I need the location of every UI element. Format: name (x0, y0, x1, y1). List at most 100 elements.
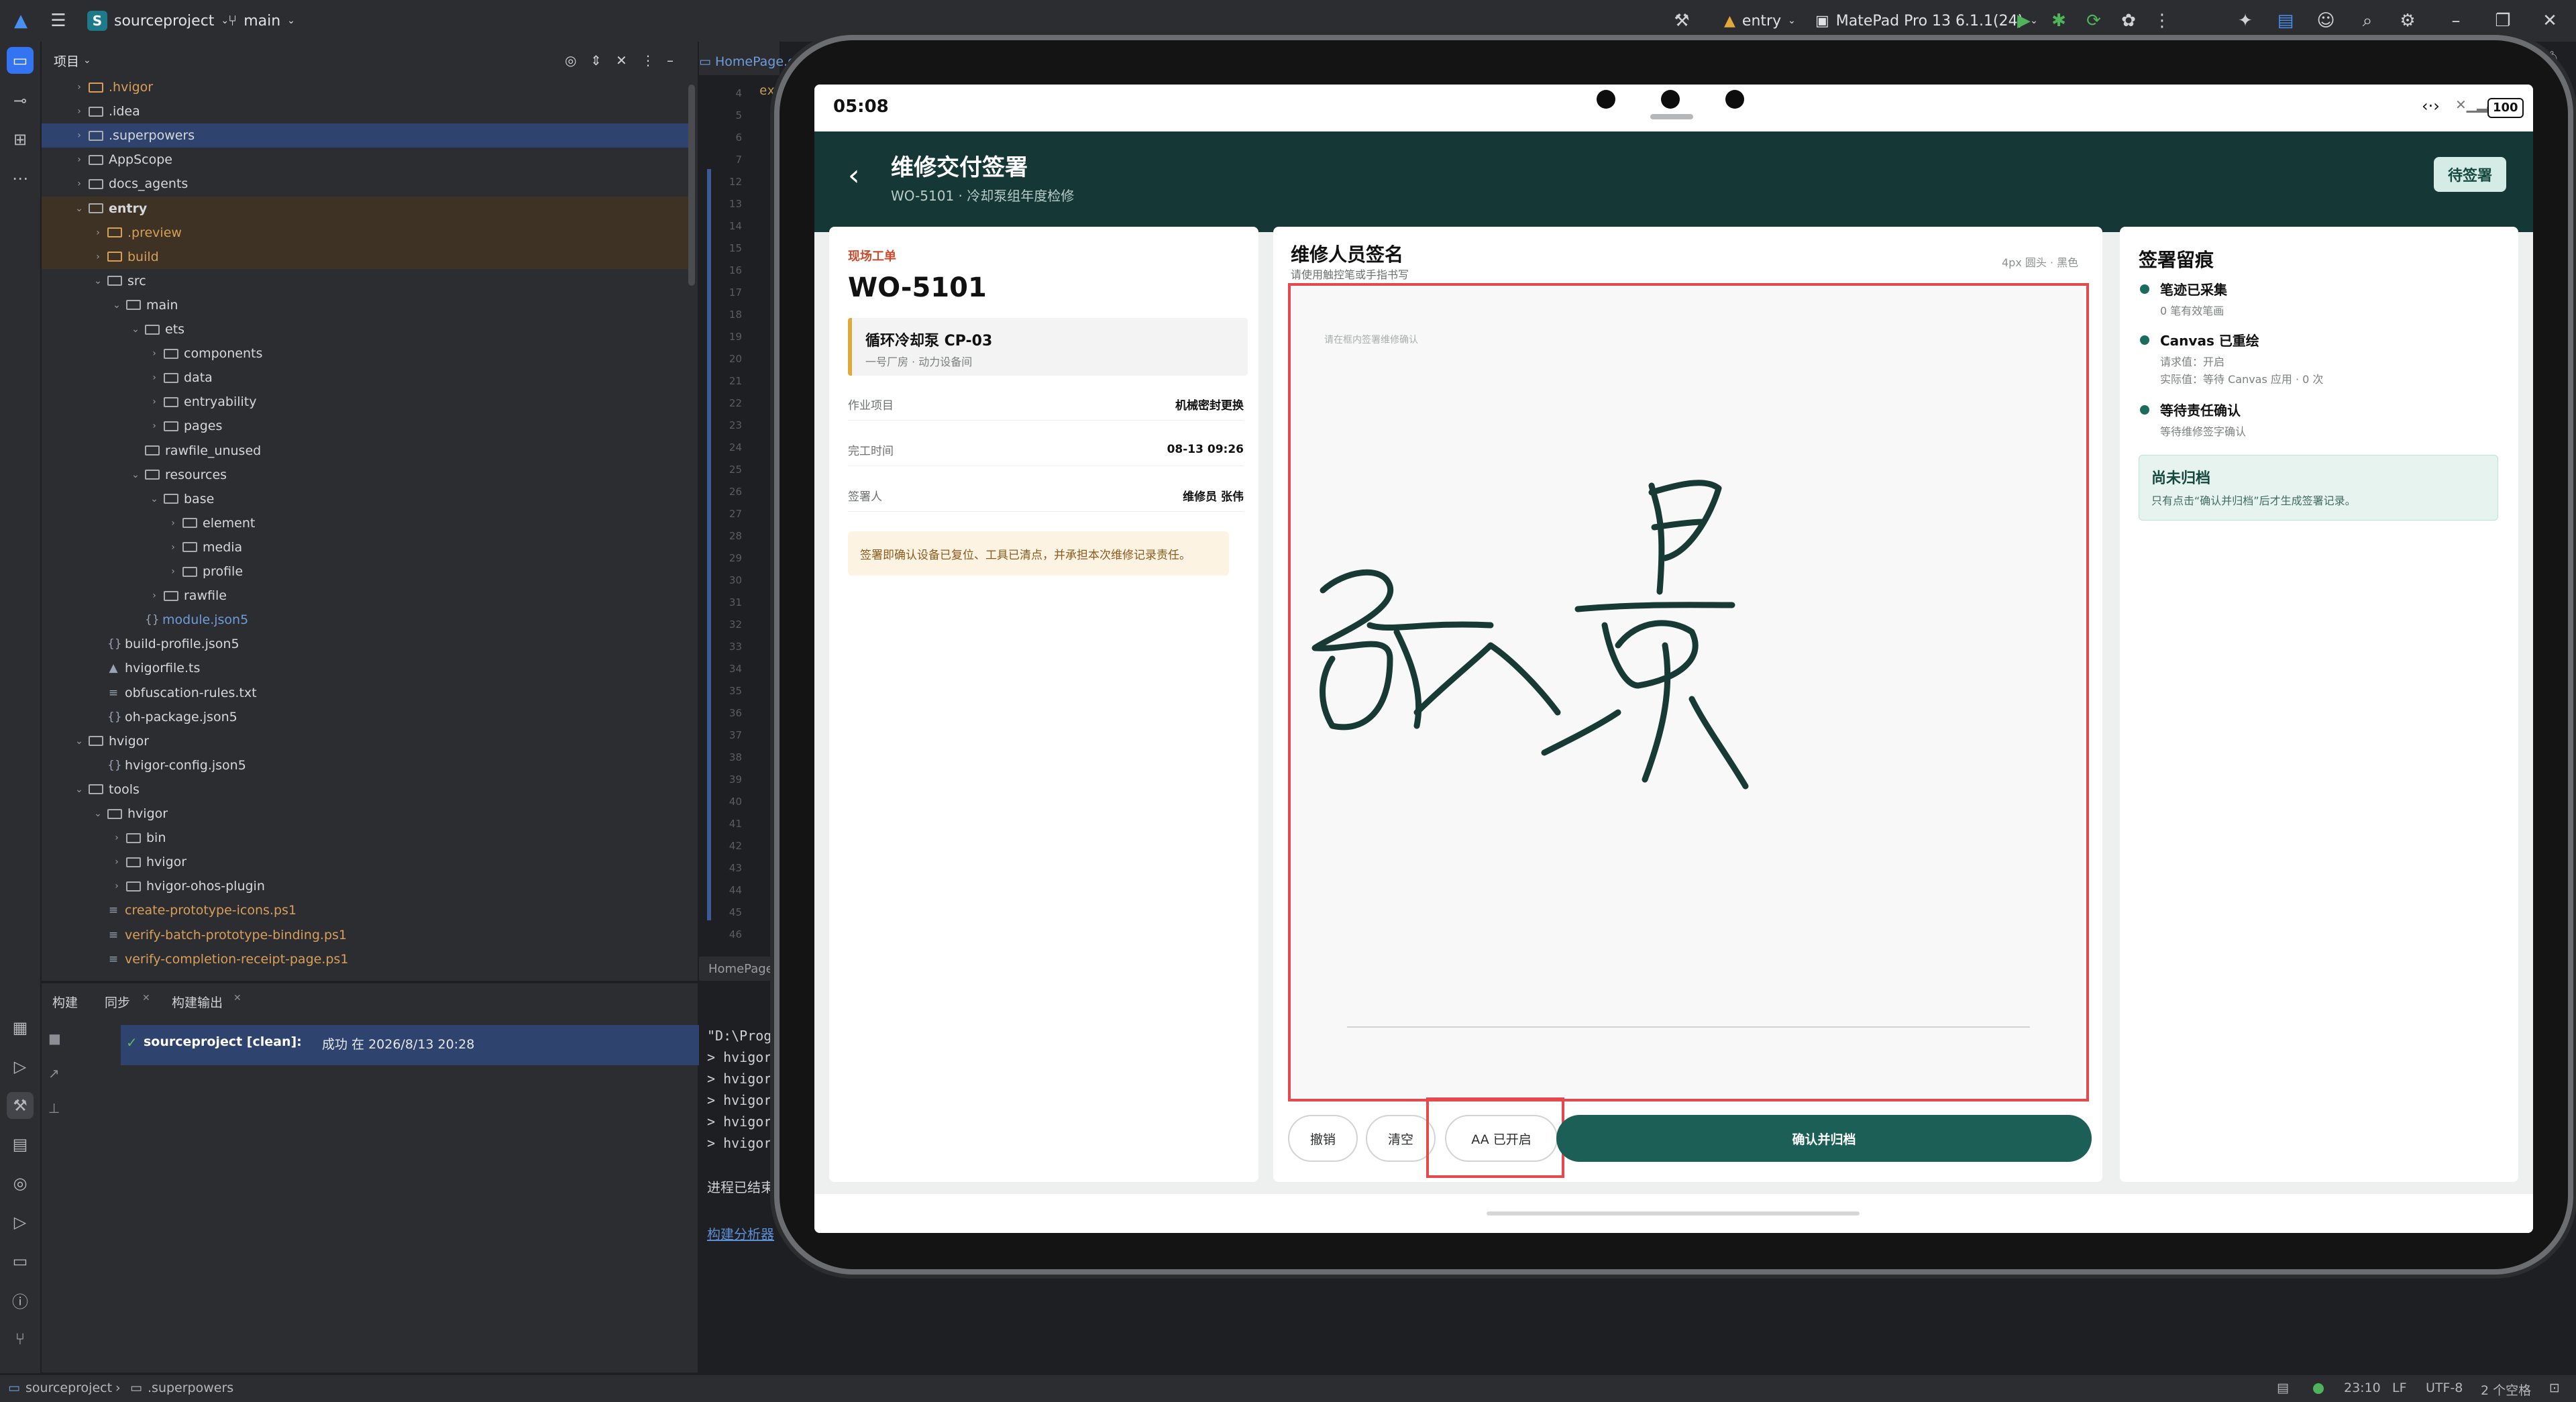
close-icon[interactable]: ✕ (2538, 9, 2561, 32)
tree-item[interactable]: ⌄ src (42, 269, 690, 293)
tree-item[interactable]: › AppScope (42, 148, 690, 172)
build-entry-row[interactable]: ✓ sourceproject [clean]: 成功 在 2026/8/13 … (121, 1025, 735, 1065)
chevron-right-icon[interactable]: › (111, 881, 122, 892)
pin-icon[interactable]: ⊥ (48, 1100, 60, 1116)
maximize-icon[interactable]: ❐ (2491, 9, 2514, 32)
lock-icon[interactable]: ⊡ (2549, 1381, 2560, 1395)
locate-icon[interactable]: ◎ (565, 52, 576, 68)
branch-switcher[interactable]: ⑂ main ⌄ (228, 8, 295, 34)
expand-all-icon[interactable]: ⇕ (590, 52, 602, 68)
tab-build[interactable]: 构建 (52, 993, 78, 1011)
chevron-right-icon[interactable]: › (111, 857, 122, 867)
chevron-right-icon[interactable]: › (93, 227, 103, 238)
structure-icon[interactable]: ⊞ (7, 126, 34, 153)
tree-item[interactable]: › profile (42, 559, 690, 584)
tree-item[interactable]: ⌄ ets (42, 317, 690, 341)
code-editor[interactable]: ex 4 5 6 7 12 13 14 15 16 17 18 19 20 21 22 23 24 25 26 27 2… (699, 42, 780, 981)
tree-item[interactable]: ⌄ hvigor (42, 802, 690, 826)
chevron-down-icon[interactable]: ⌄ (74, 736, 85, 747)
tree-item[interactable]: › .superpowers (42, 123, 690, 148)
chevron-down-icon[interactable]: ⌄ (130, 470, 141, 480)
chevron-right-icon[interactable]: › (149, 590, 160, 601)
plugin-icon[interactable]: ✦ (2234, 9, 2257, 32)
editor-tab-homepage[interactable]: ▭ HomePage.e (699, 48, 796, 75)
tree-item[interactable]: {} oh-package.json5 (42, 705, 690, 729)
indent-setting[interactable]: 2 个空格 (2481, 1381, 2531, 1399)
tree-item[interactable]: {} build-profile.json5 (42, 632, 690, 656)
line-separator[interactable]: LF (2392, 1381, 2407, 1395)
run-window-icon[interactable]: ▷ (7, 1209, 34, 1236)
hide-panel-icon[interactable]: – (667, 52, 674, 68)
project-folder-icon[interactable]: ▭ (7, 47, 34, 74)
tree-item[interactable]: ≡ verify-batch-prototype-binding.ps1 (42, 923, 690, 947)
undo-button[interactable]: 撤销 (1288, 1115, 1358, 1162)
chevron-right-icon[interactable]: › (74, 130, 85, 141)
open-external-icon[interactable]: ↗ (48, 1065, 60, 1081)
chevron-down-icon[interactable]: ⌄ (74, 203, 85, 214)
clear-button[interactable]: 清空 (1366, 1115, 1436, 1162)
chevron-right-icon[interactable]: › (149, 372, 160, 383)
close-icon[interactable]: ✕ (142, 993, 150, 1004)
panel-title[interactable]: 项目 (54, 52, 79, 70)
terminal-icon[interactable]: ▭ (7, 1248, 34, 1275)
problems-icon[interactable]: ⓘ (7, 1287, 34, 1313)
tree-item[interactable]: › components (42, 341, 690, 366)
chevron-right-icon[interactable]: › (111, 832, 122, 843)
options-icon[interactable]: ⋮ (641, 52, 655, 68)
close-icon[interactable]: ✕ (233, 993, 241, 1004)
services-icon[interactable]: ◎ (7, 1170, 34, 1197)
editor-breadcrumb[interactable]: HomePage (699, 957, 780, 981)
home-indicator[interactable] (1487, 1211, 1860, 1216)
build-tool-icon[interactable]: ⚒ (1670, 9, 1693, 32)
breadcrumb-leaf[interactable]: .superpowers (148, 1381, 233, 1395)
chevron-down-icon[interactable]: ⌄ (93, 808, 103, 819)
tree-item[interactable]: ⌄ resources (42, 463, 690, 487)
debug-icon[interactable]: ✱ (2047, 9, 2070, 32)
tree-item[interactable]: rawfile_unused (42, 439, 690, 463)
memory-icon[interactable]: ▤ (2277, 1381, 2289, 1395)
reload-icon[interactable]: ⟳ (2082, 9, 2105, 32)
stop-icon[interactable]: ■ (48, 1030, 61, 1046)
tree-item[interactable]: › hvigor (42, 850, 690, 874)
layout-icon[interactable]: ▦ (7, 1014, 34, 1041)
chevron-right-icon[interactable]: › (149, 396, 160, 407)
tree-item[interactable]: ⌄ tools (42, 777, 690, 802)
chevron-right-icon[interactable]: › (74, 106, 85, 117)
tree-item[interactable]: › data (42, 366, 690, 390)
chevron-right-icon[interactable]: › (93, 252, 103, 262)
tree-item[interactable]: ⌄ main (42, 293, 690, 317)
tree-item[interactable]: ≡ verify-completion-receipt-page.ps1 (42, 947, 690, 971)
preview-icon[interactable]: ▷ (7, 1053, 34, 1080)
settings-gear-icon[interactable]: ⚙ (2396, 9, 2419, 32)
tree-item[interactable]: › .preview (42, 220, 690, 245)
tree-item[interactable]: › entryability (42, 390, 690, 414)
tree-item[interactable]: › .idea (42, 99, 690, 123)
chevron-right-icon[interactable]: › (168, 518, 178, 529)
tree-item[interactable]: ⌄ entry (42, 196, 690, 221)
tree-item[interactable]: › bin (42, 826, 690, 850)
chevron-right-icon[interactable]: › (149, 348, 160, 359)
tab-build-output[interactable]: 构建输出 (172, 993, 223, 1011)
more-tools-icon[interactable]: ⋯ (7, 165, 34, 192)
build-analyzer-link[interactable]: 构建分析器 (707, 1224, 774, 1243)
chevron-down-icon[interactable]: ⌄ (74, 784, 85, 795)
tab-sync[interactable]: 同步 (105, 993, 130, 1011)
run-config-select[interactable]: ▲ entry ⌄ (1724, 8, 1796, 34)
tree-item[interactable]: › pages (42, 414, 690, 438)
search-icon[interactable]: ⌕ (2356, 9, 2379, 32)
tree-item[interactable]: ▲ hvigorfile.ts (42, 656, 690, 680)
chevron-right-icon[interactable]: › (74, 154, 85, 165)
file-encoding[interactable]: UTF-8 (2426, 1381, 2463, 1395)
collapse-all-icon[interactable]: ✕ (616, 52, 627, 68)
run-icon[interactable]: ▶ (2012, 9, 2035, 32)
main-menu-icon[interactable]: ☰ (47, 9, 70, 32)
chevron-right-icon[interactable]: › (149, 421, 160, 431)
folder-sync-icon[interactable]: ▤ (2274, 9, 2297, 32)
profiler-icon[interactable]: ✿ (2117, 9, 2140, 32)
chevron-down-icon[interactable]: ⌄ (149, 494, 160, 504)
build-console[interactable]: "D:\Progr > hvigor > hvigor > hvigor > h… (699, 982, 782, 1371)
tree-item[interactable]: › rawfile (42, 584, 690, 608)
drag-handle-indicator[interactable] (1650, 114, 1693, 119)
tree-item[interactable]: › docs_agents (42, 172, 690, 196)
chevron-down-icon[interactable]: ⌄ (93, 276, 103, 286)
